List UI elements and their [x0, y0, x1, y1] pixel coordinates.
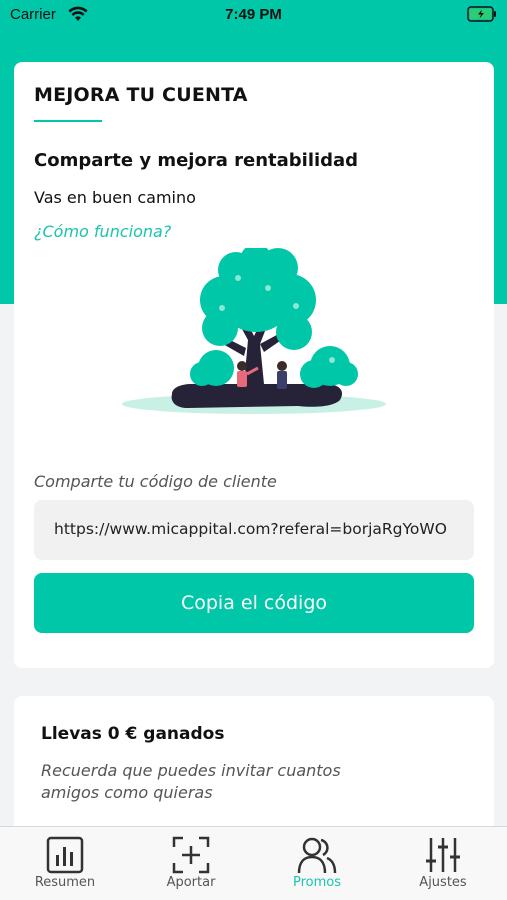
tab-bar: Resumen Aportar Promos Ajustes	[0, 826, 507, 900]
progress-text: Vas en buen camino	[34, 188, 196, 207]
tab-label-resumen: Resumen	[34, 875, 96, 890]
chart-icon	[46, 836, 84, 874]
tree-illustration	[122, 248, 386, 414]
earnings-description: Recuerda que puedes invitar cuantos amig…	[41, 761, 341, 802]
tab-resumen[interactable]: Resumen	[2, 827, 128, 900]
tab-aportar[interactable]: Aportar	[128, 827, 254, 900]
tab-label-aportar: Aportar	[166, 875, 216, 890]
referral-code-text: https://www.micappital.com?referal=borja…	[54, 520, 447, 538]
tab-promos[interactable]: Promos	[254, 827, 380, 900]
how-it-works-link[interactable]: ¿Cómo funciona?	[34, 222, 171, 241]
title-underline	[34, 120, 102, 122]
tab-label-promos: Promos	[292, 875, 341, 890]
share-code-label: Comparte tu código de cliente	[34, 472, 277, 491]
clock: 7:49 PM	[225, 6, 282, 23]
referral-code-field[interactable]: https://www.micappital.com?referal=borja…	[34, 500, 474, 560]
card-subtitle: Comparte y mejora rentabilidad	[34, 150, 359, 171]
battery-icon	[467, 6, 496, 22]
earnings-title: Llevas 0 € ganados	[41, 724, 225, 744]
people-icon	[297, 837, 337, 874]
copy-code-button[interactable]: Copia el código	[34, 573, 474, 633]
section-title: MEJORA TU CUENTA	[34, 84, 248, 106]
add-icon	[172, 836, 210, 874]
tab-ajustes[interactable]: Ajustes	[380, 827, 506, 900]
status-bar: Carrier 7:49 PM	[0, 0, 507, 30]
sliders-icon	[426, 838, 460, 872]
referral-card: MEJORA TU CUENTA Comparte y mejora renta…	[14, 62, 494, 668]
tab-label-ajustes: Ajustes	[419, 875, 467, 890]
